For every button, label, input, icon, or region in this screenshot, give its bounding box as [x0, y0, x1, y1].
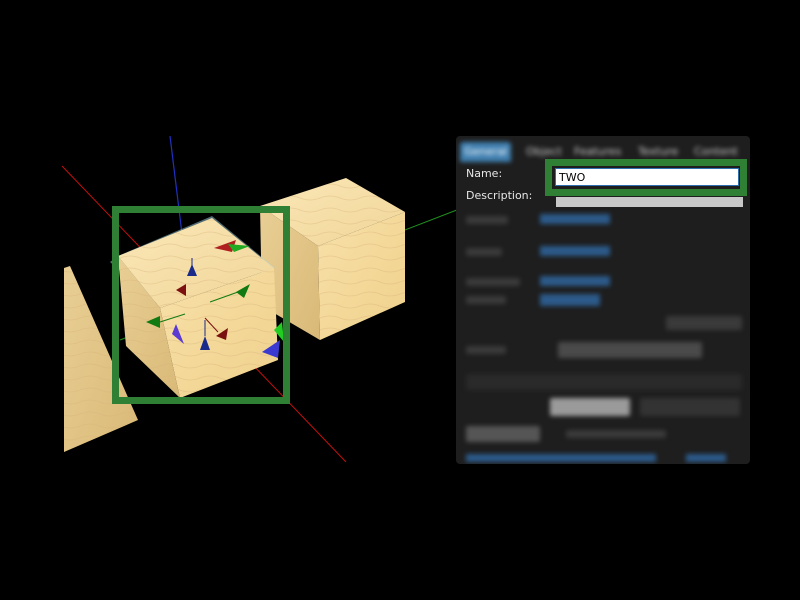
- group-label-placeholder: [466, 296, 506, 304]
- for-sale-row[interactable]: [466, 374, 742, 390]
- last-owner-link[interactable]: [540, 276, 610, 286]
- name-field-highlight: [545, 159, 747, 196]
- description-label: Description:: [466, 189, 533, 202]
- apply-button[interactable]: [640, 398, 740, 416]
- description-field[interactable]: [556, 197, 743, 207]
- selected-object-highlight: [112, 206, 290, 404]
- owner-label-placeholder: [466, 248, 502, 256]
- creator-link[interactable]: [540, 214, 610, 224]
- price-input[interactable]: [550, 398, 630, 416]
- deed-button[interactable]: [666, 316, 742, 330]
- owner-link[interactable]: [540, 246, 610, 256]
- checkbox-row[interactable]: [566, 430, 666, 438]
- footer-link[interactable]: [466, 454, 656, 462]
- click-action-dropdown[interactable]: [558, 342, 702, 358]
- name-label: Name:: [466, 167, 503, 180]
- click-to-label-placeholder: [466, 346, 506, 354]
- share-button[interactable]: [466, 426, 540, 442]
- footer-link-2[interactable]: [686, 454, 726, 462]
- creator-label-placeholder: [466, 216, 508, 224]
- last-owner-label-placeholder: [466, 278, 520, 286]
- tab-general[interactable]: General: [460, 142, 512, 162]
- group-link[interactable]: [540, 294, 600, 306]
